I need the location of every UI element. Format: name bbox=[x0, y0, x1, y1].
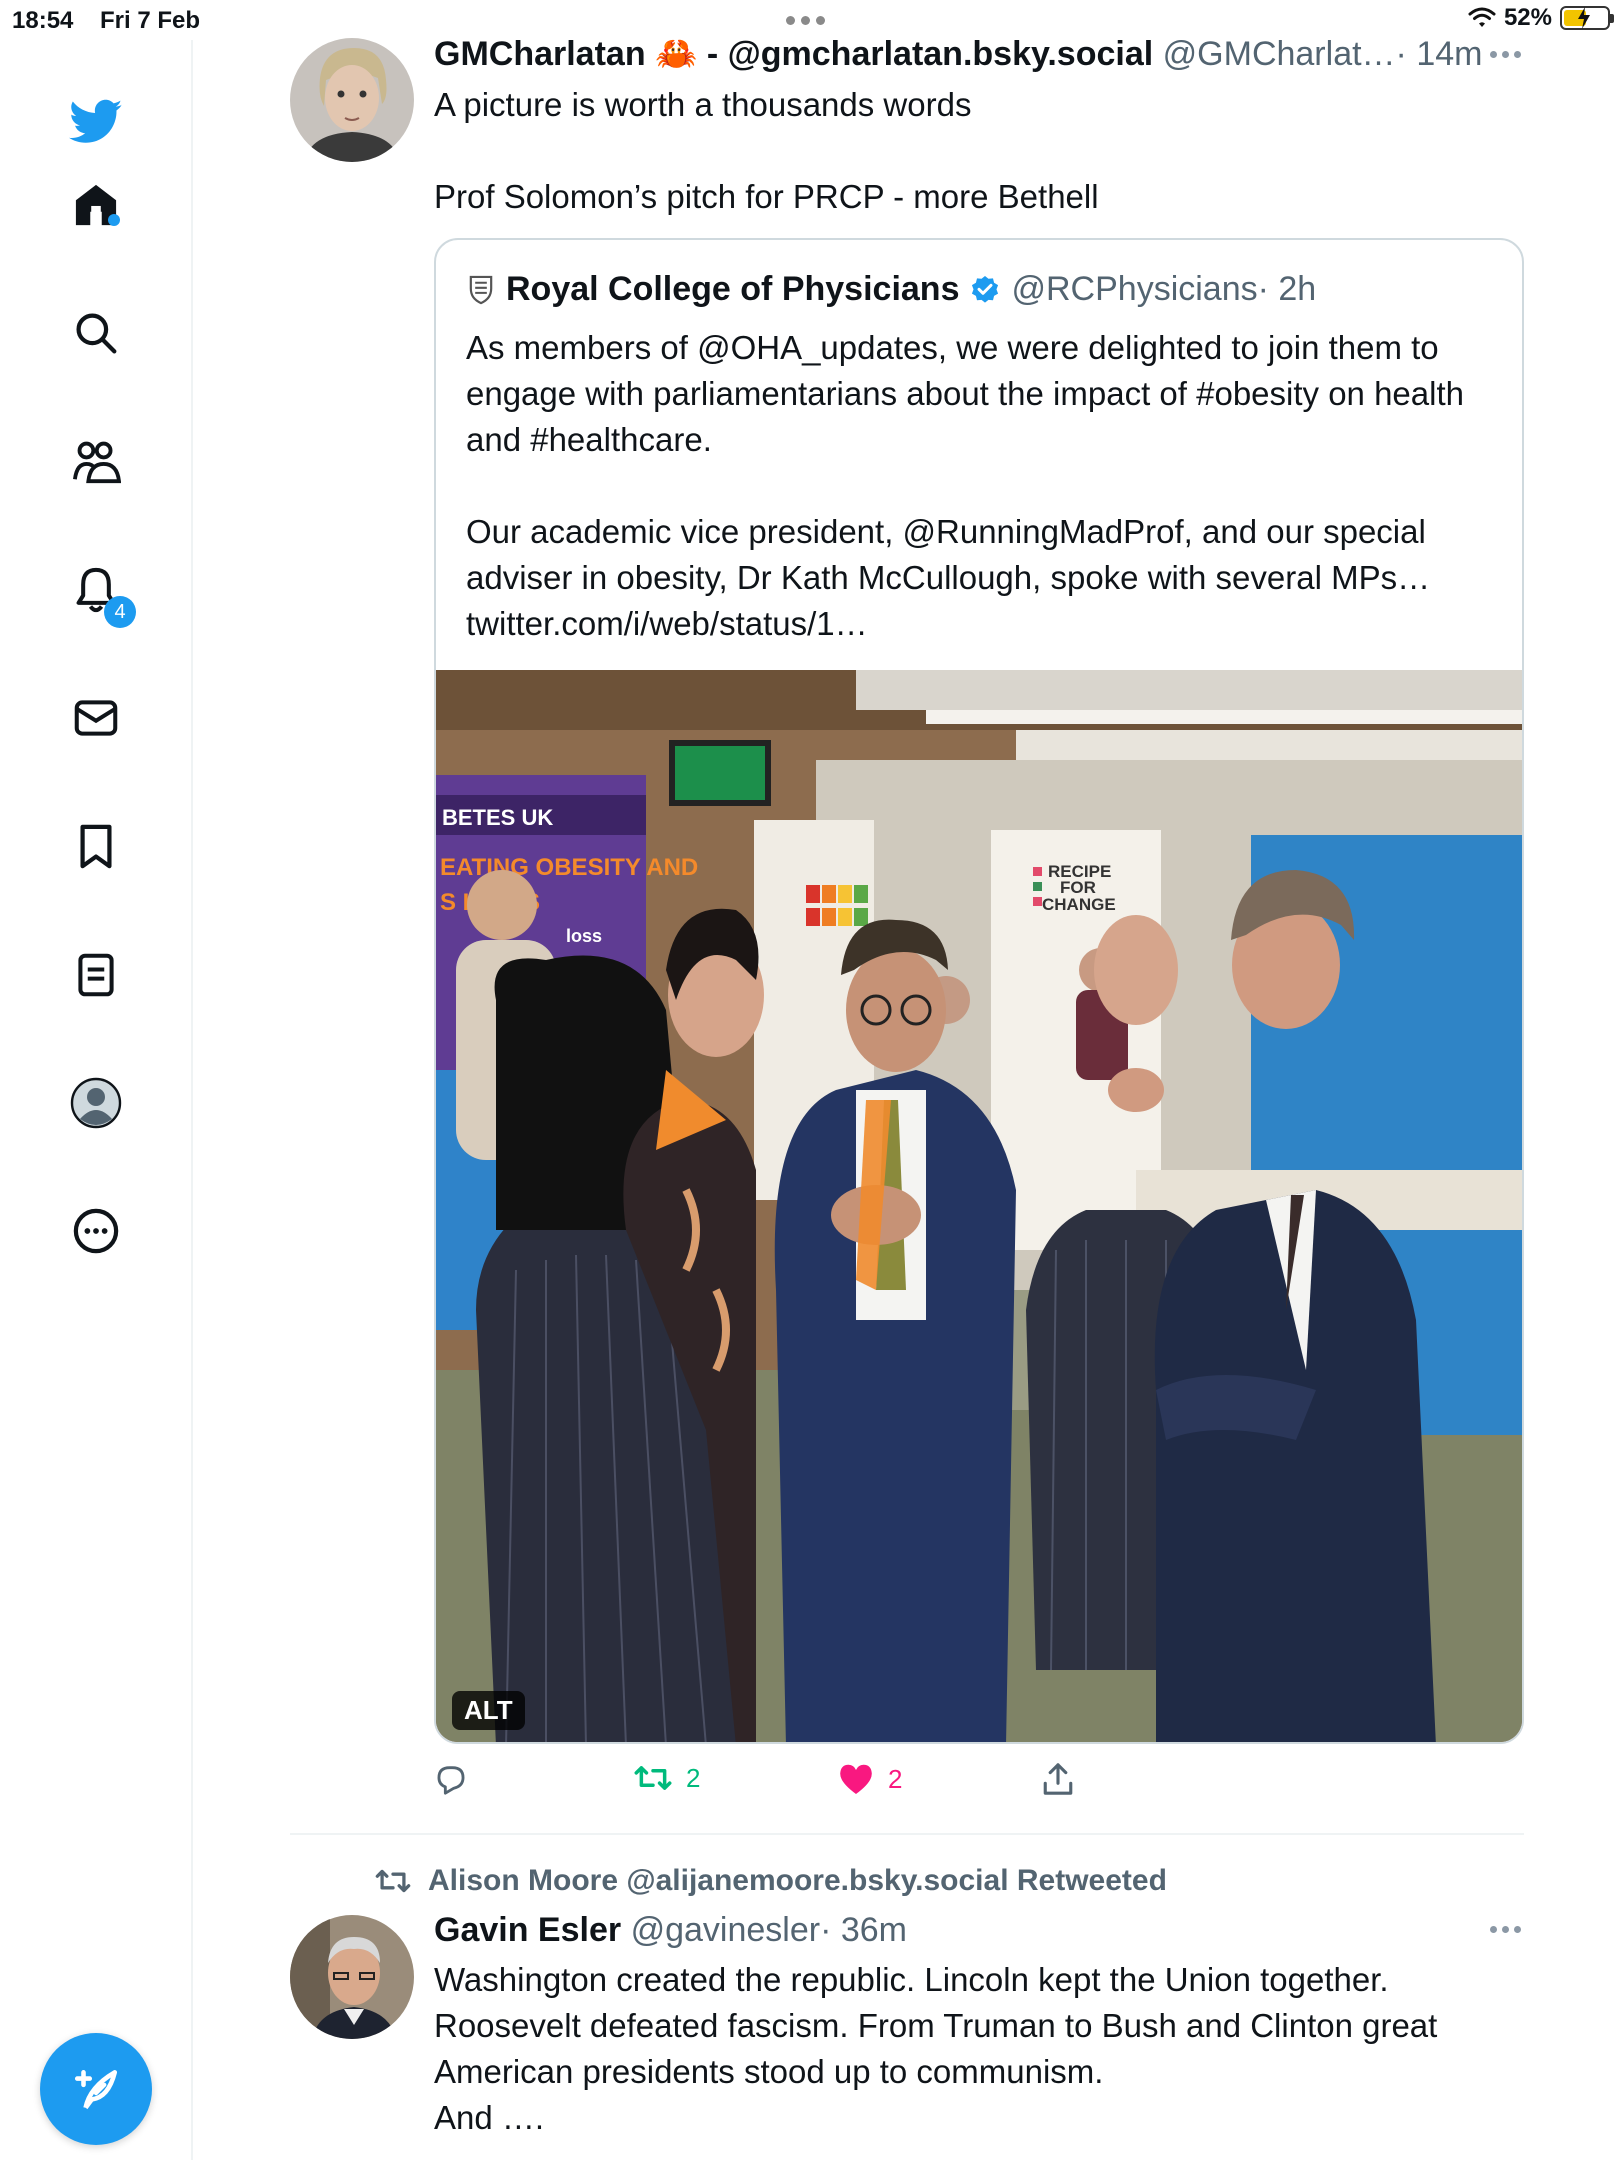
sidebar: 4 bbox=[0, 40, 193, 2160]
recipe-line-3: CHANGE bbox=[1042, 895, 1116, 914]
avatar[interactable] bbox=[290, 38, 414, 162]
communities-icon[interactable] bbox=[64, 430, 128, 494]
quoted-tweet-header: Royal College of Physicians @RCPhysician… bbox=[466, 270, 1316, 309]
retweet-icon bbox=[634, 1766, 672, 1790]
retweet-count: 2 bbox=[686, 1762, 701, 1793]
rcp-crest-icon bbox=[469, 275, 493, 304]
crab-emoji: 🦀 bbox=[655, 35, 698, 73]
retweeted-by-text: Alison Moore @alijanemoore.bsky.social R… bbox=[428, 1864, 1167, 1897]
tweet-header: Gavin Esler @gavinesler· 36m bbox=[434, 1911, 907, 1950]
notifications-badge: 4 bbox=[104, 596, 136, 628]
battery-icon bbox=[1560, 6, 1614, 30]
status-date: Fri 7 Feb bbox=[100, 7, 201, 34]
banner-text-1: BETES UK bbox=[442, 805, 553, 830]
tweet-header: GMCharlatan 🦀 - @gmcharlatan.bsky.social… bbox=[434, 34, 1482, 74]
tweet-photo[interactable]: BETES UK EATING OBESITY AND S H RMS loss… bbox=[436, 670, 1522, 1742]
more-icon[interactable] bbox=[64, 1199, 128, 1263]
share-button[interactable] bbox=[1042, 1762, 1074, 1796]
compose-icon bbox=[74, 2070, 118, 2110]
home-icon[interactable] bbox=[64, 173, 128, 237]
bookmarks-icon[interactable] bbox=[64, 815, 128, 879]
quoted-tweet[interactable]: Royal College of Physicians @RCPhysician… bbox=[434, 238, 1524, 1744]
avatar[interactable] bbox=[290, 1915, 414, 2039]
like-count: 2 bbox=[888, 1763, 903, 1794]
profile-icon[interactable] bbox=[64, 1071, 128, 1135]
retweet-button[interactable]: 2 bbox=[634, 1762, 700, 1794]
share-icon bbox=[1043, 1763, 1073, 1795]
tweet-text: Washington created the republic. Lincoln… bbox=[434, 1961, 1438, 2136]
status-time: 18:54 bbox=[12, 7, 74, 34]
messages-icon[interactable] bbox=[64, 686, 128, 750]
twitter-logo-icon[interactable] bbox=[64, 90, 128, 154]
quoted-handle[interactable]: @RCPhysicians bbox=[1011, 270, 1257, 309]
compose-button[interactable] bbox=[40, 2033, 152, 2145]
quoted-timestamp[interactable]: · 2h bbox=[1258, 270, 1317, 309]
display-name-suffix: - @gmcharlatan.bsky.social bbox=[706, 35, 1154, 73]
verified-badge-icon bbox=[972, 275, 999, 303]
battery-percent: 52% bbox=[1503, 4, 1552, 31]
banner-text-2: EATING OBESITY AND bbox=[440, 854, 698, 881]
tweet-text: A picture is worth a thousands words Pro… bbox=[434, 86, 1099, 215]
quoted-display-name[interactable]: Royal College of Physicians bbox=[506, 270, 959, 309]
retweeted-by-line[interactable]: Alison Moore @alijanemoore.bsky.social R… bbox=[374, 1864, 1167, 1898]
multitasking-dots-icon[interactable] bbox=[786, 16, 825, 25]
reply-icon bbox=[437, 1766, 465, 1795]
retweet-icon bbox=[375, 1869, 411, 1893]
display-name[interactable]: Gavin Esler bbox=[434, 1911, 621, 1949]
tweet-actions: 2 2 bbox=[434, 1762, 1434, 1812]
charging-bolt-icon bbox=[1578, 7, 1590, 29]
search-icon[interactable] bbox=[64, 301, 128, 365]
timestamp[interactable]: · 14m bbox=[1396, 35, 1483, 73]
like-button[interactable]: 2 bbox=[838, 1762, 902, 1796]
handle[interactable]: @gavinesler bbox=[631, 1911, 821, 1949]
quoted-tweet-text: As members of @OHA_updates, we were deli… bbox=[466, 329, 1464, 642]
home-unread-dot bbox=[108, 214, 120, 226]
display-name[interactable]: GMCharlatan bbox=[434, 35, 646, 73]
wifi-icon bbox=[1468, 7, 1496, 27]
tweet-more-icon[interactable] bbox=[1490, 51, 1521, 58]
tweet-more-icon[interactable] bbox=[1490, 1926, 1521, 1933]
heart-filled-icon bbox=[840, 1764, 872, 1794]
reply-button[interactable] bbox=[434, 1762, 482, 1796]
status-indicators: 52% bbox=[1468, 4, 1614, 32]
alt-text-badge[interactable]: ALT bbox=[452, 1691, 525, 1730]
banner-text-4: loss bbox=[566, 926, 602, 946]
timestamp[interactable]: · 36m bbox=[820, 1911, 907, 1949]
handle[interactable]: @GMCharlat… bbox=[1163, 35, 1396, 73]
lists-icon[interactable] bbox=[64, 943, 128, 1007]
tweet-divider bbox=[290, 1833, 1524, 1835]
